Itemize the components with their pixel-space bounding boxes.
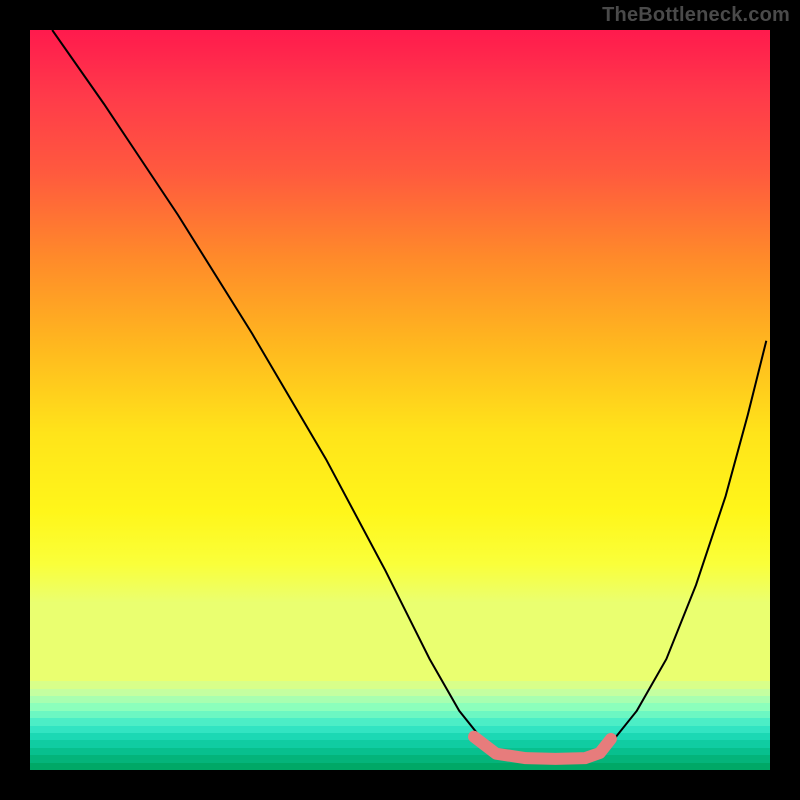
- left-curve: [52, 30, 489, 748]
- curve-layer: [30, 30, 770, 770]
- watermark-text: TheBottleneck.com: [602, 4, 790, 27]
- right-curve: [607, 341, 766, 748]
- chart-frame: TheBottleneck.com: [0, 0, 800, 800]
- highlight-segment: [474, 737, 611, 759]
- plot-area: [30, 30, 770, 770]
